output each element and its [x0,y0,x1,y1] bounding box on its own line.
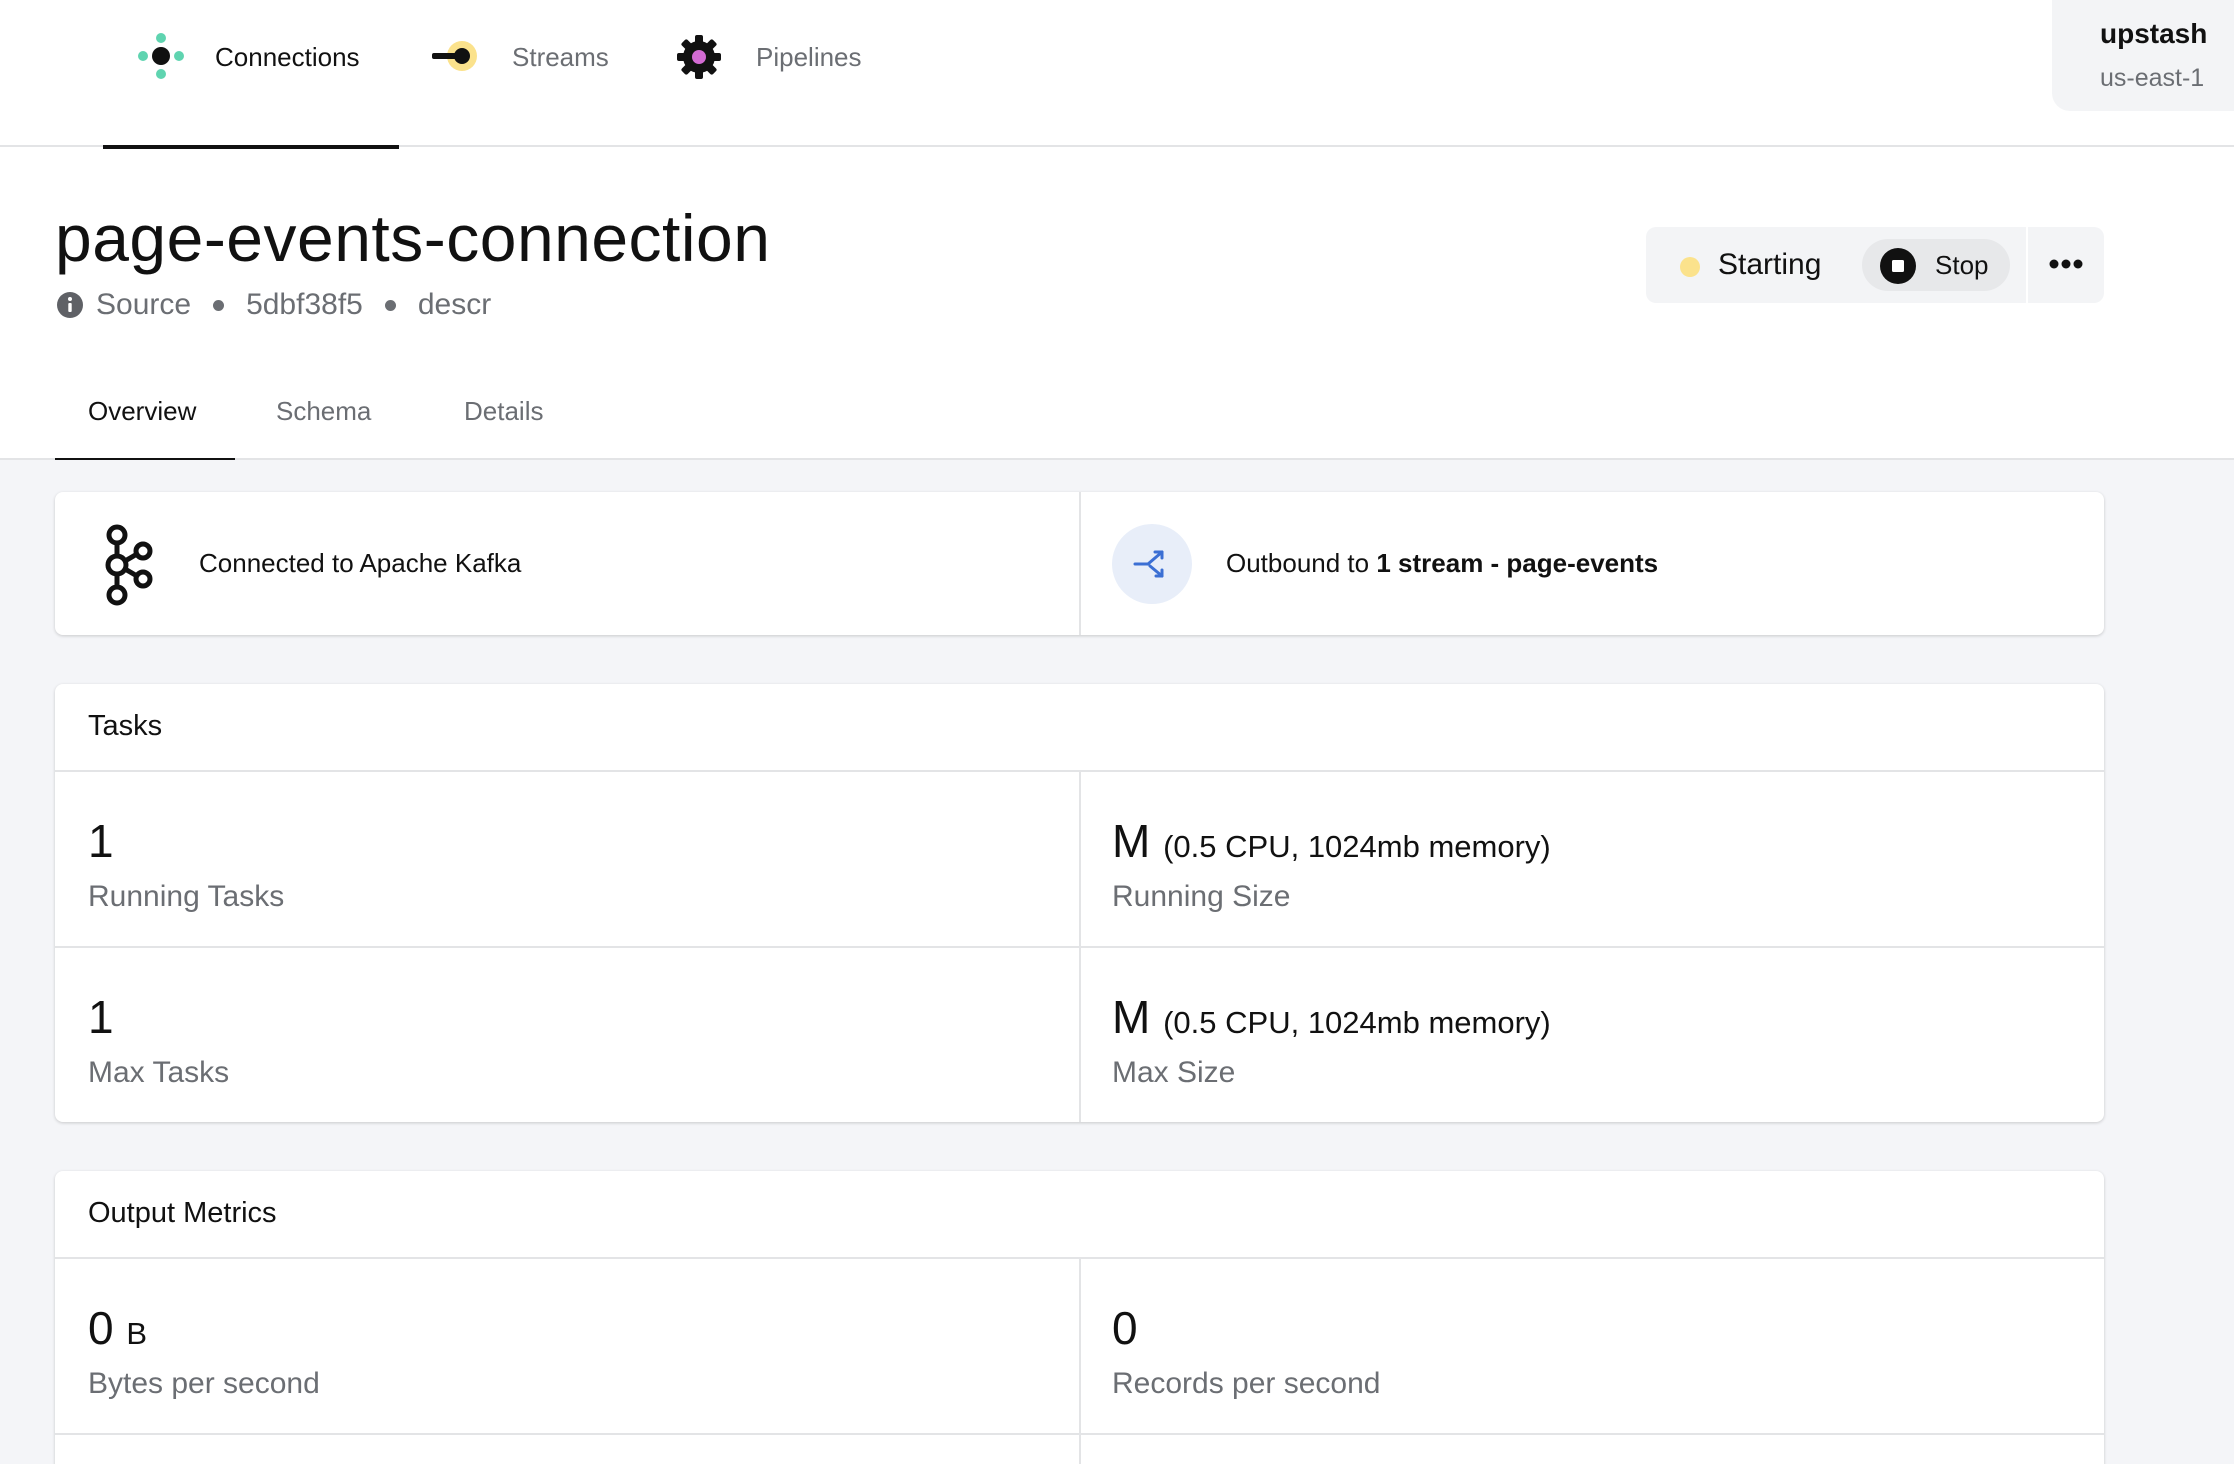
tab-details[interactable]: Details [445,378,605,460]
apache-kafka-icon [105,524,153,606]
overview-content: Connected to Apache Kafka Outbound to 1 … [0,460,2234,1464]
bytes-per-second-label: Bytes per second [88,1367,320,1400]
top-nav: Connections Streams Pipelines upstash us… [0,0,2234,149]
connection-description: descr [417,288,492,321]
connection-summary-card: Connected to Apache Kafka Outbound to 1 … [55,492,2104,635]
page-title: page-events-connection [55,201,771,275]
nav-tab-connections[interactable]: Connections [103,0,399,149]
stop-button[interactable]: Stop [1862,239,2010,291]
running-size-value: M (0.5 CPU, 1024mb memory) [1112,814,1551,868]
max-tasks-label: Max Tasks [88,1056,230,1089]
more-options-button[interactable] [2028,227,2104,303]
tab-schema[interactable]: Schema [260,378,420,460]
tab-label: Details [464,396,544,426]
sub-tabs: Overview Schema Details [0,378,2234,462]
tab-label: Schema [276,396,372,426]
status-label: Starting [1718,248,1822,281]
nav-tab-label: Pipelines [756,42,862,72]
records-per-second-value: 0 [1112,1302,1138,1354]
status-control: Starting Stop [1646,227,2026,303]
pipelines-icon [677,35,721,79]
streams-icon [432,41,477,71]
card-divider [55,946,2104,948]
max-size-value: M (0.5 CPU, 1024mb memory) [1112,990,1551,1044]
connected-to-text: Connected to Apache Kafka [199,548,522,578]
output-metrics-card: Output Metrics 0 B Bytes per second 0 Re… [55,1171,2104,1464]
tasks-title: Tasks [88,710,163,742]
card-divider [1079,492,1081,635]
meta-separator [213,299,225,311]
stop-button-label: Stop [1935,250,1989,280]
max-size-label: Max Size [1112,1056,1236,1089]
running-tasks-value: 1 [88,815,114,867]
connection-type: Source [96,288,192,321]
account-region: us-east-1 [2100,64,2205,92]
outbound-target-link[interactable]: 1 stream - page-events [1376,548,1658,578]
nav-tab-streams[interactable]: Streams [420,0,640,147]
bytes-value: 0 [88,1302,114,1354]
connection-id: 5dbf38f5 [246,288,363,321]
running-size-detail: (0.5 CPU, 1024mb memory) [1163,829,1551,864]
connection-meta: Source 5dbf38f5 descr [56,287,491,323]
tab-label: Overview [88,396,197,426]
bytes-per-second-value: 0 B [88,1301,147,1355]
info-icon[interactable] [56,291,84,319]
status-indicator-dot [1680,257,1700,277]
records-per-second-label: Records per second [1112,1367,1381,1400]
nav-tab-label: Streams [512,42,609,72]
running-size-code: M [1112,815,1151,867]
active-tab-underline [103,145,399,149]
running-size-label: Running Size [1112,880,1291,913]
stop-icon [1880,248,1916,284]
running-tasks-label: Running Tasks [88,880,285,913]
account-switcher[interactable]: upstash us-east-1 [2052,0,2234,111]
card-divider [55,1433,2104,1435]
outbound-text: Outbound to 1 stream - page-events [1226,548,1658,579]
account-name: upstash [2100,18,2208,49]
output-metrics-title: Output Metrics [88,1197,277,1229]
meta-separator [384,299,396,311]
outbound-icon-badge [1112,524,1192,604]
nav-tab-label: Connections [215,42,360,72]
tasks-card: Tasks 1 Running Tasks M (0.5 CPU, 1024mb… [55,684,2104,1122]
shuffle-icon [1133,550,1164,578]
max-size-code: M [1112,991,1151,1043]
outbound-prefix: Outbound to [1226,548,1370,578]
connections-icon [138,33,184,79]
more-horizontal-icon [2049,259,2083,269]
tab-overview[interactable]: Overview [55,378,235,462]
nav-tab-pipelines[interactable]: Pipelines [668,0,888,147]
max-size-detail: (0.5 CPU, 1024mb memory) [1163,1005,1551,1040]
max-tasks-value: 1 [88,991,114,1043]
bytes-unit: B [126,1316,148,1351]
